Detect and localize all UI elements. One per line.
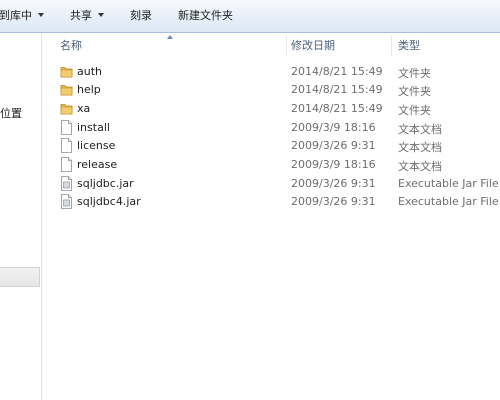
file-type: Executable Jar File xyxy=(398,195,499,208)
text-document-icon xyxy=(60,138,73,153)
file-name: sqljdbc.jar xyxy=(77,177,134,190)
file-type: 文本文档 xyxy=(398,160,442,173)
text-document-icon xyxy=(60,157,73,172)
list-item[interactable]: sqljdbc.jar 2009/3/26 9:31 Executable Ja… xyxy=(42,175,500,193)
command-bar: 到库中 共享 刻录 新建文件夹 xyxy=(0,0,500,33)
file-date: 2014/8/21 15:49 xyxy=(291,65,383,78)
file-date: 2009/3/9 18:16 xyxy=(291,158,376,171)
column-divider[interactable] xyxy=(286,35,287,56)
file-name: xa xyxy=(77,102,91,115)
text-document-icon xyxy=(60,120,73,135)
list-item[interactable]: auth 2014/8/21 15:49 文件夹 xyxy=(42,63,500,81)
file-date: 2014/8/21 15:49 xyxy=(291,102,383,115)
list-item[interactable]: sqljdbc4.jar 2009/3/26 9:31 Executable J… xyxy=(42,193,500,211)
include-in-library-label: 到库中 xyxy=(0,9,32,22)
navigation-pane[interactable]: 位置 xyxy=(0,33,42,400)
folder-icon xyxy=(60,82,73,97)
file-name: install xyxy=(77,121,110,134)
file-date: 2009/3/26 9:31 xyxy=(291,139,376,152)
file-name: release xyxy=(77,158,118,171)
chevron-down-icon xyxy=(98,13,104,17)
jar-file-icon xyxy=(60,176,73,191)
column-divider[interactable] xyxy=(391,35,392,56)
file-name: license xyxy=(77,139,116,152)
share-label: 共享 xyxy=(70,9,92,22)
file-type: 文件夹 xyxy=(398,104,431,117)
include-in-library-button[interactable]: 到库中 xyxy=(0,6,44,26)
list-item[interactable]: help 2014/8/21 15:49 文件夹 xyxy=(42,81,500,99)
folder-icon xyxy=(60,64,73,79)
file-name: help xyxy=(77,83,101,96)
sort-ascending-icon xyxy=(167,35,173,39)
list-item[interactable]: license 2009/3/26 9:31 文本文档 xyxy=(42,137,500,155)
file-type: 文本文档 xyxy=(398,123,442,136)
file-name: auth xyxy=(77,65,102,78)
folder-icon xyxy=(60,101,73,116)
file-name: sqljdbc4.jar xyxy=(77,195,141,208)
jar-file-icon xyxy=(60,194,73,209)
file-type: 文本文档 xyxy=(398,141,442,154)
list-item[interactable]: xa 2014/8/21 15:49 文件夹 xyxy=(42,100,500,118)
new-folder-button[interactable]: 新建文件夹 xyxy=(178,6,233,26)
chevron-down-icon xyxy=(38,13,44,17)
file-date: 2009/3/9 18:16 xyxy=(291,121,376,134)
burn-button[interactable]: 刻录 xyxy=(130,6,152,26)
list-item[interactable]: release 2009/3/9 18:16 文本文档 xyxy=(42,156,500,174)
nav-item-selected[interactable] xyxy=(0,267,40,287)
column-header-type[interactable]: 类型 xyxy=(398,33,420,58)
nav-item-location[interactable]: 位置 xyxy=(0,105,22,121)
file-type: Executable Jar File xyxy=(398,177,499,190)
share-button[interactable]: 共享 xyxy=(70,6,104,26)
burn-label: 刻录 xyxy=(130,9,152,22)
file-type: 文件夹 xyxy=(398,67,431,80)
new-folder-label: 新建文件夹 xyxy=(178,9,233,22)
file-type: 文件夹 xyxy=(398,85,431,98)
file-date: 2014/8/21 15:49 xyxy=(291,83,383,96)
file-date: 2009/3/26 9:31 xyxy=(291,195,376,208)
list-item[interactable]: install 2009/3/9 18:16 文本文档 xyxy=(42,119,500,137)
column-header-date-modified[interactable]: 修改日期 xyxy=(291,33,335,58)
column-header-bar: 名称 修改日期 类型 xyxy=(42,33,500,58)
column-header-name[interactable]: 名称 xyxy=(60,33,82,58)
file-date: 2009/3/26 9:31 xyxy=(291,177,376,190)
